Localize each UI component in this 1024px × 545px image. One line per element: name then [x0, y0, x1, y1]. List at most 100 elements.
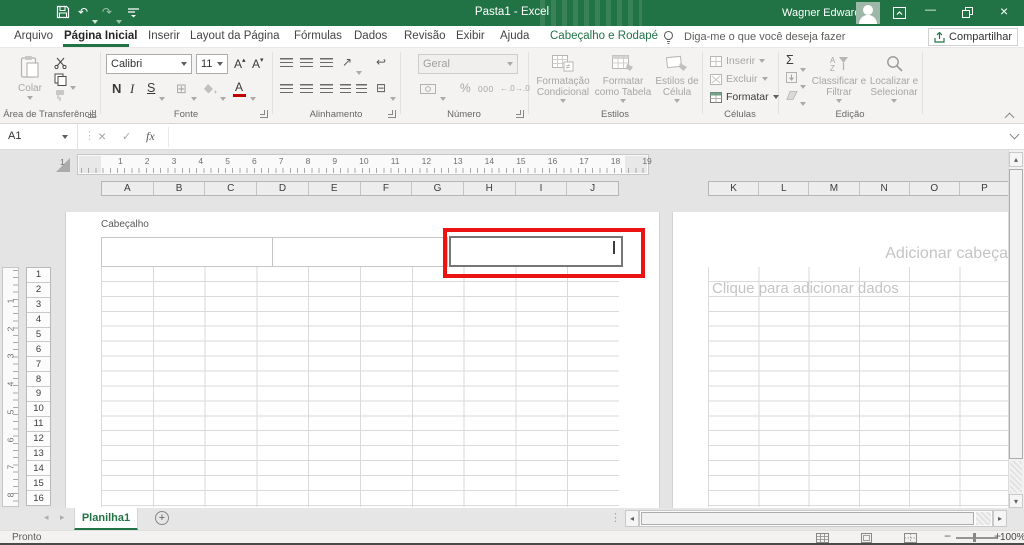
save-icon[interactable]: [56, 5, 70, 19]
redo-icon[interactable]: ↷: [102, 6, 112, 18]
merge-dropdown-icon[interactable]: [390, 88, 396, 106]
formula-bar-grip[interactable]: ⋮: [84, 129, 95, 142]
column-header[interactable]: A: [102, 182, 154, 195]
align-top-icon[interactable]: [280, 58, 293, 67]
font-size-combo[interactable]: 11: [196, 54, 228, 74]
align-bottom-icon[interactable]: [320, 58, 333, 67]
enter-icon[interactable]: ✓: [122, 130, 131, 143]
tab-revisao[interactable]: Revisão: [404, 30, 446, 42]
align-left-icon[interactable]: [280, 84, 293, 93]
share-button[interactable]: Compartilhar: [928, 28, 1018, 46]
autosum-icon[interactable]: Σ: [786, 53, 794, 67]
column-header[interactable]: K: [709, 182, 760, 195]
view-page-break-icon[interactable]: [904, 533, 917, 543]
underline-dropdown-icon[interactable]: [159, 88, 165, 106]
bold-button[interactable]: N: [112, 81, 121, 96]
worksheet-grid-page1[interactable]: [101, 267, 619, 507]
column-header[interactable]: O: [910, 182, 960, 195]
orientation-dropdown-icon[interactable]: [356, 62, 362, 80]
tab-scroll-grip[interactable]: ⋮: [610, 511, 621, 524]
name-box[interactable]: A1: [0, 124, 78, 149]
insert-function-icon[interactable]: fx: [146, 129, 155, 144]
font-color-letter[interactable]: A: [235, 80, 243, 94]
orientation-icon[interactable]: ↗: [342, 55, 352, 69]
row-header[interactable]: 11: [27, 417, 50, 432]
grow-font-button[interactable]: A▴: [234, 56, 246, 71]
tab-ajuda[interactable]: Ajuda: [500, 30, 529, 42]
row-header[interactable]: 3: [27, 298, 50, 313]
row-header[interactable]: 5: [27, 328, 50, 343]
merge-center-icon[interactable]: ⊟: [376, 81, 386, 95]
hscroll-right-icon[interactable]: ▸: [993, 510, 1007, 527]
tab-inserir[interactable]: Inserir: [148, 30, 180, 42]
row-header[interactable]: 13: [27, 447, 50, 462]
row-header[interactable]: 15: [27, 476, 50, 492]
row-header[interactable]: 8: [27, 372, 50, 387]
fill-color-icon[interactable]: [204, 84, 218, 95]
undo-icon[interactable]: ↶: [78, 6, 88, 18]
tab-pagina-inicial[interactable]: Página Inicial: [64, 30, 138, 42]
column-header[interactable]: F: [361, 182, 413, 195]
column-header[interactable]: M: [809, 182, 860, 195]
align-middle-icon[interactable]: [300, 58, 313, 67]
row-header[interactable]: 4: [27, 313, 50, 328]
column-header[interactable]: L: [759, 182, 810, 195]
zoom-slider-thumb[interactable]: [973, 533, 976, 542]
number-dialog-launcher[interactable]: [516, 110, 524, 118]
font-name-combo[interactable]: Calibri: [106, 54, 192, 74]
copy-dropdown-icon[interactable]: [70, 77, 76, 95]
tab-formulas[interactable]: Fórmulas: [294, 30, 342, 42]
row-header[interactable]: 6: [27, 342, 50, 358]
decrease-indent-icon[interactable]: [340, 84, 351, 93]
tab-dados[interactable]: Dados: [354, 30, 387, 42]
zoom-out-icon[interactable]: −: [944, 529, 951, 543]
qat-customize-icon[interactable]: [128, 7, 139, 18]
wrap-text-icon[interactable]: ↩: [376, 55, 386, 69]
avatar[interactable]: [856, 2, 880, 24]
view-page-layout-icon[interactable]: [860, 533, 873, 543]
column-header[interactable]: G: [412, 182, 464, 195]
row-header[interactable]: 9: [27, 387, 50, 402]
new-sheet-icon[interactable]: +: [155, 511, 169, 525]
row-header[interactable]: 7: [27, 357, 50, 373]
sheet-next-icon[interactable]: ▸: [60, 512, 65, 523]
font-color-dropdown-icon[interactable]: [250, 88, 256, 106]
align-center-icon[interactable]: [300, 84, 313, 93]
column-header[interactable]: H: [464, 182, 516, 195]
ribbon-display-options-icon[interactable]: [893, 7, 906, 19]
view-normal-icon[interactable]: [816, 533, 829, 543]
alignment-dialog-launcher[interactable]: [388, 110, 396, 118]
name-box-dropdown-icon[interactable]: [62, 135, 68, 139]
add-header-placeholder[interactable]: Adicionar cabeça: [700, 245, 1008, 263]
underline-button[interactable]: S: [147, 81, 155, 95]
column-header[interactable]: I: [516, 182, 568, 195]
format-cells-button[interactable]: Formatar: [710, 91, 779, 103]
minimize-button[interactable]: —: [925, 4, 936, 16]
shrink-font-button[interactable]: A▾: [252, 56, 264, 71]
row-header[interactable]: 2: [27, 283, 50, 298]
align-right-icon[interactable]: [320, 84, 333, 93]
sheet-tab-planilha1[interactable]: Planilha1: [74, 508, 138, 530]
row-header[interactable]: 12: [27, 432, 50, 447]
row-header[interactable]: 16: [27, 491, 50, 505]
column-header[interactable]: D: [257, 182, 309, 195]
autosum-dropdown-icon[interactable]: [800, 59, 806, 77]
column-header[interactable]: C: [205, 182, 258, 195]
scroll-up-icon[interactable]: ▴: [1009, 152, 1023, 167]
header-left-box[interactable]: [101, 237, 273, 267]
borders-dropdown-icon[interactable]: [191, 88, 197, 106]
close-button[interactable]: ×: [1000, 4, 1008, 18]
column-header[interactable]: B: [154, 182, 206, 195]
fill-color-dropdown-icon[interactable]: [220, 88, 226, 106]
user-name[interactable]: Wagner Edwards: [782, 7, 866, 19]
tab-layout-da-pagina[interactable]: Layout da Página: [190, 30, 280, 42]
row-header[interactable]: 1: [27, 268, 50, 283]
column-header[interactable]: J: [567, 182, 618, 195]
vertical-scroll-thumb[interactable]: [1009, 169, 1023, 459]
sheet-prev-icon[interactable]: ◂: [44, 512, 49, 523]
clipboard-dialog-launcher[interactable]: [88, 110, 96, 118]
worksheet-grid-page2[interactable]: [708, 267, 1010, 507]
row-header[interactable]: 14: [27, 461, 50, 477]
increase-indent-icon[interactable]: [356, 84, 367, 93]
hscroll-left-icon[interactable]: ◂: [625, 510, 639, 527]
